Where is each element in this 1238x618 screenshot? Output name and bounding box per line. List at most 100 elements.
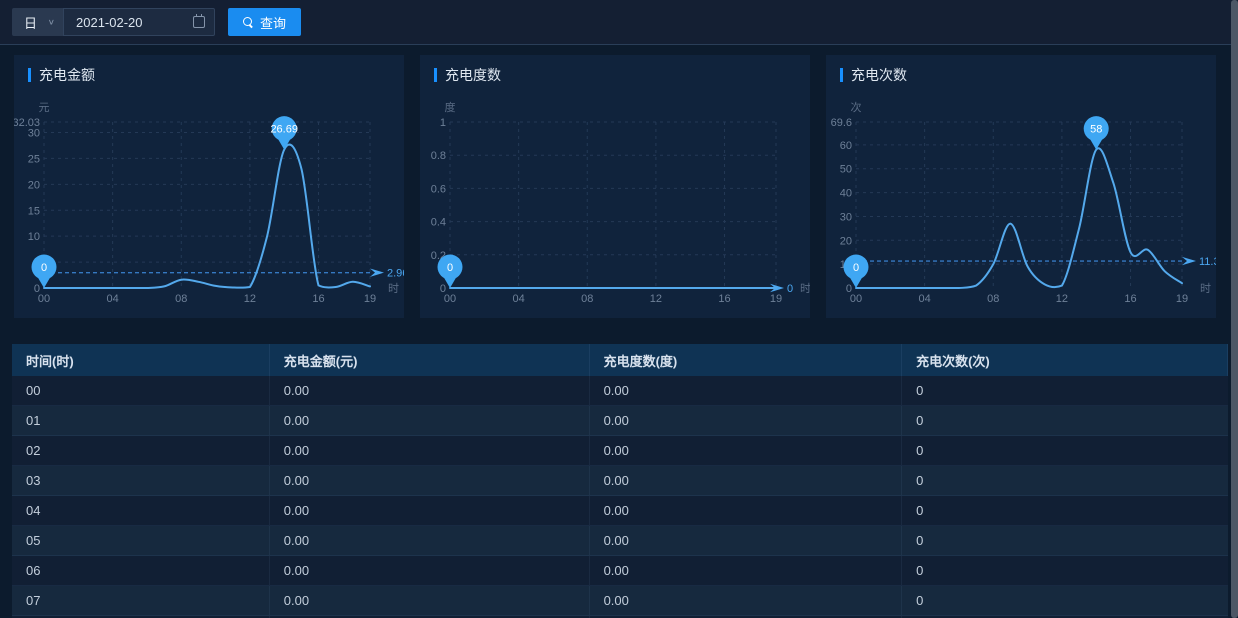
table-row: 000.000.000: [12, 376, 1228, 406]
y-axis-tick-label: 30: [840, 211, 852, 223]
table-cell: 07: [12, 586, 270, 616]
y-axis-unit-label: 度: [445, 100, 456, 114]
table-cell: 0.00: [590, 376, 903, 406]
table-cell: 0.00: [270, 556, 590, 586]
table-cell: 0.00: [270, 466, 590, 496]
pin-marker-label: 0: [447, 262, 453, 274]
table-cell: 0: [902, 466, 1228, 496]
chart-canvas-count[interactable]: 次010203040506069.600040812161911.3时058: [826, 81, 1216, 317]
x-axis-tick-label: 04: [107, 293, 119, 305]
table-cell: 0.00: [590, 406, 903, 436]
chart-canvas-energy[interactable]: 度00.20.40.60.810004081216190时0: [420, 81, 810, 317]
table-cell: 0.00: [590, 556, 903, 586]
x-axis-name: 时: [388, 282, 399, 295]
period-select-value: 日: [24, 13, 37, 32]
table-row: 050.000.000: [12, 526, 1228, 556]
table-row: 020.000.000: [12, 436, 1228, 466]
table-cell: 02: [12, 436, 270, 466]
x-axis-name: 时: [800, 282, 810, 295]
chart-canvas-amount[interactable]: 元05101520253032.030004081216192.96时026.6…: [14, 81, 404, 317]
y-axis-unit-label: 元: [39, 102, 50, 114]
table-header-row: 时间(时)充电金额(元)充电度数(度)充电次数(次): [12, 344, 1228, 376]
y-axis-unit-label: 次: [851, 100, 862, 114]
x-axis-tick-label: 19: [1176, 293, 1188, 305]
y-axis-tick-label: 60: [840, 140, 852, 152]
pin-marker-label: 58: [1090, 124, 1102, 136]
x-axis-tick-label: 19: [770, 293, 782, 305]
x-axis-tick-label: 00: [850, 293, 862, 305]
vertical-scrollbar[interactable]: [1231, 0, 1238, 618]
table-cell: 01: [12, 406, 270, 436]
x-axis-tick-label: 19: [364, 293, 376, 305]
period-select[interactable]: 日 ∨: [12, 8, 63, 36]
average-value-label: 2.96: [387, 268, 404, 280]
hourly-data-table: 时间(时)充电金额(元)充电度数(度)充电次数(次) 000.000.00001…: [12, 344, 1228, 618]
series-line: [44, 145, 370, 288]
x-axis-tick-label: 00: [38, 293, 50, 305]
x-axis-tick-label: 00: [444, 293, 456, 305]
table-cell: 0: [902, 406, 1228, 436]
table-cell: 0.00: [590, 466, 903, 496]
table-header-cell: 充电次数(次): [902, 344, 1228, 376]
y-axis-tick-label: 15: [28, 205, 40, 217]
y-axis-max-label: 69.6: [831, 117, 852, 129]
table-header-cell: 充电度数(度): [590, 344, 903, 376]
query-button[interactable]: 查询: [228, 8, 301, 36]
y-axis-tick-label: 0.6: [431, 183, 446, 195]
average-value-label: 11.3: [1199, 256, 1216, 268]
chart-panel-amount: 充电金额 元05101520253032.030004081216192.96时…: [14, 55, 404, 318]
table-cell: 0.00: [270, 376, 590, 406]
table-cell: 06: [12, 556, 270, 586]
y-axis-tick-label: 50: [840, 164, 852, 176]
table-row: 030.000.000: [12, 466, 1228, 496]
table-cell: 05: [12, 526, 270, 556]
table-cell: 0: [902, 556, 1228, 586]
x-axis-tick-label: 12: [244, 293, 256, 305]
table-cell: 0.00: [590, 436, 903, 466]
x-axis-tick-label: 04: [513, 293, 525, 305]
x-axis-tick-label: 08: [987, 293, 999, 305]
title-accent-bar: [840, 68, 843, 82]
query-button-label: 查询: [260, 13, 286, 32]
table-cell: 0.00: [270, 526, 590, 556]
x-axis-tick-label: 04: [919, 293, 931, 305]
pin-marker-label: 26.69: [270, 124, 298, 136]
table-cell: 0: [902, 496, 1228, 526]
x-axis-name: 时: [1200, 282, 1211, 295]
table-cell: 0: [902, 526, 1228, 556]
x-axis-tick-label: 16: [312, 293, 324, 305]
table-row: 060.000.000: [12, 556, 1228, 586]
y-axis-tick-label: 20: [28, 179, 40, 191]
y-axis-max-label: 32.03: [14, 117, 40, 129]
table-cell: 0.00: [270, 496, 590, 526]
date-input[interactable]: 2021-02-20: [63, 8, 215, 36]
title-accent-bar: [434, 68, 437, 82]
table-cell: 0.00: [270, 406, 590, 436]
table-row: 040.000.000: [12, 496, 1228, 526]
chevron-down-icon: ∨: [48, 18, 55, 27]
table-cell: 0: [902, 436, 1228, 466]
y-axis-tick-label: 0.8: [431, 150, 446, 162]
table-cell: 04: [12, 496, 270, 526]
table-cell: 0.00: [270, 436, 590, 466]
query-toolbar: 日 ∨ 2021-02-20 查询: [0, 0, 1238, 45]
table-cell: 0.00: [590, 586, 903, 616]
y-axis-tick-label: 10: [28, 231, 40, 243]
table-cell: 0.00: [590, 526, 903, 556]
y-axis-tick-label: 0.4: [431, 217, 446, 229]
date-input-value: 2021-02-20: [76, 15, 143, 30]
chart-panel-energy: 充电度数 度00.20.40.60.810004081216190时0: [420, 55, 810, 318]
table-row: 010.000.000: [12, 406, 1228, 436]
table-cell: 0.00: [270, 586, 590, 616]
pin-marker-label: 0: [853, 262, 859, 274]
x-axis-tick-label: 08: [175, 293, 187, 305]
x-axis-tick-label: 08: [581, 293, 593, 305]
table-body: 000.000.000010.000.000020.000.000030.000…: [12, 376, 1228, 618]
title-accent-bar: [28, 68, 31, 82]
y-axis-tick-label: 40: [840, 188, 852, 200]
table-row: 070.000.000: [12, 586, 1228, 616]
search-icon: [243, 17, 254, 28]
y-axis-tick-label: 1: [440, 117, 446, 129]
table-cell: 0.00: [590, 496, 903, 526]
table-header-cell: 时间(时): [12, 344, 270, 376]
